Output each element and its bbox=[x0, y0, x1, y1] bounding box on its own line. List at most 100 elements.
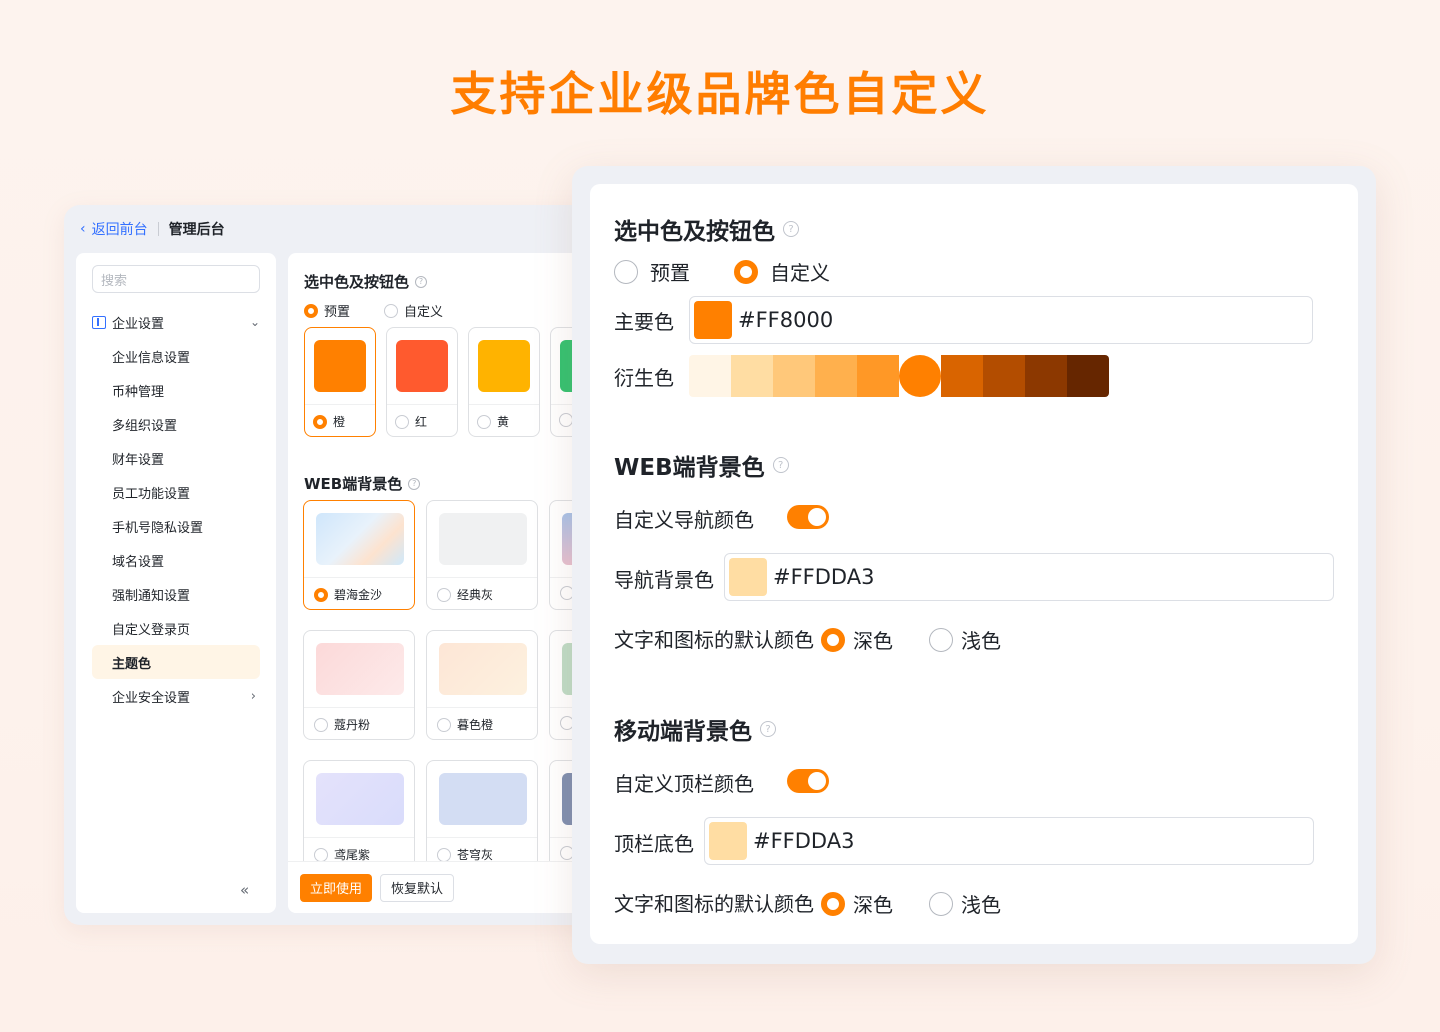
radio-button[interactable] bbox=[304, 303, 318, 318]
derived-color-cell[interactable] bbox=[1067, 355, 1109, 397]
web-nav-color-toggle[interactable] bbox=[787, 505, 829, 529]
web-text-color-label: 文字和图标的默认颜色 bbox=[614, 628, 814, 652]
radio-button[interactable] bbox=[384, 303, 399, 318]
search-input[interactable]: 搜索 bbox=[92, 265, 260, 293]
radio-preset[interactable]: 预置 bbox=[614, 257, 690, 286]
back-to-frontend-link[interactable]: ‹ 返回前台 bbox=[80, 219, 148, 239]
sidebar-item[interactable]: 员工功能设置 bbox=[92, 475, 260, 509]
derived-color-cell[interactable] bbox=[857, 355, 899, 397]
sidebar: 搜索 企业设置 ⌄ 企业信息设置 币种管理 多组织设置 财年设置 员工功能设置 … bbox=[76, 253, 276, 913]
color-chip[interactable] bbox=[709, 822, 747, 860]
radio-button[interactable] bbox=[313, 414, 327, 429]
derived-color-cell-selected[interactable] bbox=[899, 355, 941, 397]
derived-color-cell[interactable] bbox=[731, 355, 773, 397]
settings-card: 选中色及按钮色 ? 预置 自定义 主要色 #FF8000 衍生色 WEB端背景色… bbox=[590, 184, 1358, 944]
radio-button[interactable] bbox=[929, 891, 953, 916]
radio-button[interactable] bbox=[477, 414, 491, 429]
help-icon[interactable]: ? bbox=[783, 221, 799, 237]
web-nav-bg-input[interactable]: #FFDDA3 bbox=[724, 553, 1334, 601]
nav-group-enterprise-settings[interactable]: 企业设置 ⌄ bbox=[92, 311, 260, 333]
radio-button[interactable] bbox=[437, 717, 451, 732]
radio-button[interactable] bbox=[614, 259, 638, 284]
derived-color-cell[interactable] bbox=[941, 355, 983, 397]
derived-color-cell[interactable] bbox=[1025, 355, 1067, 397]
sidebar-item[interactable]: 币种管理 bbox=[92, 373, 260, 407]
help-icon[interactable]: ? bbox=[760, 721, 776, 737]
bg-card-iris-purple[interactable]: 鸢尾紫 bbox=[303, 760, 415, 870]
divider bbox=[304, 837, 414, 838]
radio-button[interactable] bbox=[734, 259, 758, 284]
bg-card-classic-gray[interactable]: 经典灰 bbox=[426, 500, 538, 610]
sidebar-item-theme-color[interactable]: 主题色 bbox=[92, 645, 260, 679]
sidebar-item[interactable]: 企业信息设置 bbox=[92, 339, 260, 373]
swatch-label: 橙 bbox=[333, 415, 346, 429]
header-divider bbox=[157, 222, 159, 236]
derived-color-cell[interactable] bbox=[815, 355, 857, 397]
radio-light[interactable]: 浅色 bbox=[929, 889, 1001, 918]
mobile-topbar-color-toggle[interactable] bbox=[787, 769, 829, 793]
radio-button[interactable] bbox=[314, 717, 328, 732]
bg-option: 碧海金沙 bbox=[314, 586, 382, 603]
radio-light[interactable]: 浅色 bbox=[929, 625, 1001, 654]
chevron-right-icon: › bbox=[250, 688, 256, 704]
bg-card-dusk-orange[interactable]: 暮色橙 bbox=[426, 630, 538, 740]
building-icon bbox=[92, 315, 106, 329]
mobile-bg-label: 顶栏底色 bbox=[614, 832, 694, 856]
apply-button[interactable]: 立即使用 bbox=[300, 873, 373, 902]
mobile-text-color-label: 文字和图标的默认颜色 bbox=[614, 892, 814, 916]
swatch-card-yellow[interactable]: 黄 bbox=[468, 327, 540, 437]
swatch-card-red[interactable]: 红 bbox=[386, 327, 458, 437]
sidebar-item[interactable]: 多组织设置 bbox=[92, 407, 260, 441]
radio-label: 浅色 bbox=[961, 893, 1001, 917]
nav-list: 企业信息设置 币种管理 多组织设置 财年设置 员工功能设置 手机号隐私设置 域名… bbox=[92, 339, 260, 713]
radio-button[interactable] bbox=[559, 413, 573, 427]
divider bbox=[304, 577, 414, 578]
web-nav-toggle-label: 自定义导航颜色 bbox=[614, 508, 754, 532]
bg-preview bbox=[316, 773, 404, 825]
radio-button[interactable] bbox=[437, 587, 451, 602]
swatch-label: 黄 bbox=[497, 415, 510, 429]
sidebar-item[interactable]: 手机号隐私设置 bbox=[92, 509, 260, 543]
swatch-card-orange[interactable]: 橙 bbox=[304, 327, 376, 437]
radio-button[interactable] bbox=[821, 891, 845, 916]
mobile-bg-input[interactable]: #FFDDA3 bbox=[704, 817, 1314, 865]
help-icon[interactable]: ? bbox=[772, 457, 789, 473]
radio-button[interactable] bbox=[929, 627, 953, 652]
color-chip[interactable] bbox=[729, 558, 767, 596]
sidebar-item[interactable]: 域名设置 bbox=[92, 543, 260, 577]
radio-custom[interactable]: 自定义 bbox=[384, 301, 443, 320]
radio-label: 预置 bbox=[650, 261, 690, 285]
swatch-label: 红 bbox=[415, 415, 428, 429]
color-chip[interactable] bbox=[694, 301, 732, 339]
radio-custom[interactable]: 自定义 bbox=[734, 257, 830, 286]
web-nav-bg-label: 导航背景色 bbox=[614, 568, 714, 592]
bg-option: 蔻丹粉 bbox=[314, 716, 370, 733]
sidebar-item[interactable]: 自定义登录页 bbox=[92, 611, 260, 645]
radio-button[interactable] bbox=[437, 847, 451, 862]
radio-button[interactable] bbox=[314, 587, 328, 602]
derived-color-cell[interactable] bbox=[983, 355, 1025, 397]
help-icon[interactable]: ? bbox=[415, 275, 428, 288]
sidebar-item[interactable]: 财年设置 bbox=[92, 441, 260, 475]
radio-dark[interactable]: 深色 bbox=[821, 625, 893, 654]
main-color-input[interactable]: #FF8000 bbox=[689, 296, 1313, 344]
bg-label: 暮色橙 bbox=[457, 718, 494, 732]
sidebar-item[interactable]: 强制通知设置 bbox=[92, 577, 260, 611]
radio-button[interactable] bbox=[821, 627, 845, 652]
sidebar-item-security[interactable]: 企业安全设置 › bbox=[92, 679, 260, 713]
reset-default-button[interactable]: 恢复默认 bbox=[380, 873, 455, 902]
bg-card-sky-gray[interactable]: 苍穹灰 bbox=[426, 760, 538, 870]
help-icon[interactable]: ? bbox=[408, 477, 421, 490]
bg-card-koudan-pink[interactable]: 蔻丹粉 bbox=[303, 630, 415, 740]
bg-card-bihai-jinsha[interactable]: 碧海金沙 bbox=[303, 500, 415, 610]
derived-color-cell[interactable] bbox=[773, 355, 815, 397]
collapse-sidebar-icon[interactable]: « bbox=[240, 881, 249, 899]
bg-preview bbox=[439, 643, 527, 695]
radio-button[interactable] bbox=[314, 847, 328, 862]
radio-button[interactable] bbox=[395, 414, 409, 429]
derived-color-cell[interactable] bbox=[689, 355, 731, 397]
radio-dark[interactable]: 深色 bbox=[821, 889, 893, 918]
radio-label: 深色 bbox=[853, 629, 893, 653]
section-title-text: 选中色及按钮色 bbox=[614, 219, 775, 245]
radio-preset[interactable]: 预置 bbox=[304, 301, 350, 320]
